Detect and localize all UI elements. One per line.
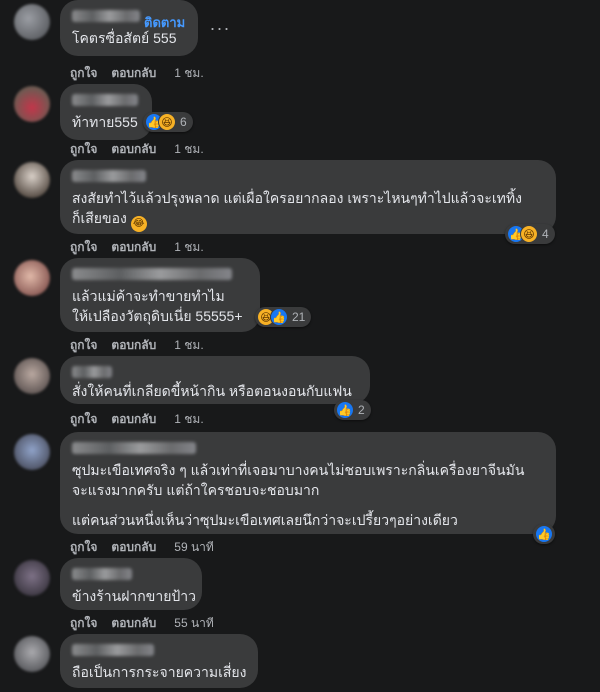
reaction-count: 2: [358, 403, 365, 417]
timestamp[interactable]: 1 ชม.: [174, 240, 203, 254]
like-button[interactable]: ถูกใจ: [70, 540, 97, 554]
timestamp[interactable]: 1 ชม.: [174, 66, 203, 80]
like-icon: 👍: [270, 308, 288, 326]
comment-bubble: สงสัยทำไว้แล้วปรุงพลาด แต่เผื่อใครอยากลอ…: [60, 160, 556, 234]
commenter-name[interactable]: [72, 442, 196, 454]
comment-text: ถือเป็นการกระจายความเสี่ยง: [72, 664, 247, 680]
comment-bubble: สั่งให้คนที่เกลียดขี้หน้ากิน หรือตอนงอนก…: [60, 356, 370, 404]
comment-text: ท้าทาย555: [72, 114, 138, 130]
reply-button[interactable]: ตอบกลับ: [111, 540, 156, 554]
reaction-count: 6: [180, 115, 187, 129]
reaction-summary[interactable]: 👍 2: [334, 400, 371, 420]
reply-button[interactable]: ตอบกลับ: [111, 338, 156, 352]
reaction-summary[interactable]: 😆 👍 21: [255, 307, 312, 327]
reaction-count: 4: [542, 227, 549, 241]
comment-text: สงสัยทำไว้แล้วปรุงพลาด แต่เผื่อใครอยากลอ…: [72, 190, 522, 206]
more-options-icon[interactable]: ...: [210, 14, 231, 35]
comment-actions: ถูกใจ ตอบกลับ 1 ชม.: [70, 336, 218, 355]
avatar[interactable]: [14, 260, 50, 296]
timestamp[interactable]: 55 นาที: [174, 616, 214, 630]
commenter-name[interactable]: [72, 366, 112, 378]
commenter-name[interactable]: [72, 644, 154, 656]
timestamp[interactable]: 1 ชม.: [174, 412, 203, 426]
comment-text: ก็เสียของ 😂: [72, 208, 544, 232]
commenter-name[interactable]: [72, 568, 132, 580]
comment-actions: ถูกใจ ตอบกลับ 1 ชม.: [70, 64, 218, 83]
commenter-name[interactable]: [72, 94, 138, 106]
comment-text: สั่งให้คนที่เกลียดขี้หน้ากิน หรือตอนงอนก…: [72, 383, 352, 399]
reply-button[interactable]: ตอบกลับ: [111, 412, 156, 426]
avatar[interactable]: [14, 4, 50, 40]
like-button[interactable]: ถูกใจ: [70, 616, 97, 630]
comment-bubble: ท้าทาย555: [60, 84, 152, 140]
avatar[interactable]: [14, 434, 50, 470]
timestamp[interactable]: 59 นาที: [174, 540, 214, 554]
comment-text: จะแรงมากครับ แต่ถ้าใครชอบจะชอบมาก: [72, 482, 320, 498]
avatar[interactable]: [14, 86, 50, 122]
like-button[interactable]: ถูกใจ: [70, 142, 97, 156]
reaction-summary[interactable]: 👍 😆 6: [143, 112, 193, 132]
comment-actions: ถูกใจ ตอบกลับ 1 ชม.: [70, 140, 218, 159]
avatar[interactable]: [14, 636, 50, 672]
like-button[interactable]: ถูกใจ: [70, 66, 97, 80]
comment-text: แล้วแม่ค้าจะทำขายทำไม: [72, 288, 225, 304]
comment-actions: ถูกใจ ตอบกลับ 1 ชม.: [70, 238, 218, 257]
like-button[interactable]: ถูกใจ: [70, 240, 97, 254]
haha-icon: 😆: [158, 113, 176, 131]
comment-bubble: ซุปมะเขือเทศจริง ๆ แล้วเท่าที่เจอมาบางคน…: [60, 432, 556, 534]
comment-text: ให้เปลืองวัตถุดิบเนี่ย 55555+: [72, 308, 243, 324]
comment-text: แต่คนส่วนหนึ่งเห็นว่าซุปมะเขือเทศเลยนึกว…: [72, 512, 458, 528]
comment-actions: ถูกใจ ตอบกลับ 59 นาที: [70, 538, 228, 557]
reaction-count: 21: [292, 310, 306, 324]
haha-icon: 😆: [520, 225, 538, 243]
reply-button[interactable]: ตอบกลับ: [111, 616, 156, 630]
comment-actions: ถูกใจ ตอบกลับ 55 นาที: [70, 614, 228, 633]
timestamp[interactable]: 1 ชม.: [174, 338, 203, 352]
reaction-summary[interactable]: 👍: [533, 524, 555, 544]
follow-button[interactable]: ติดตาม: [144, 12, 185, 33]
comment-bubble: แล้วแม่ค้าจะทำขายทำไม ให้เปลืองวัตถุดิบเ…: [60, 258, 260, 332]
avatar[interactable]: [14, 162, 50, 198]
comment-actions: ถูกใจ ตอบกลับ 1 ชม.: [70, 410, 218, 429]
reaction-summary[interactable]: 👍 😆 4: [505, 224, 555, 244]
like-button[interactable]: ถูกใจ: [70, 338, 97, 352]
reply-button[interactable]: ตอบกลับ: [111, 142, 156, 156]
comment-text: ข้างร้านฝากขายป้าว: [72, 588, 197, 604]
avatar[interactable]: [14, 358, 50, 394]
avatar[interactable]: [14, 560, 50, 596]
reply-button[interactable]: ตอบกลับ: [111, 240, 156, 254]
commenter-name[interactable]: [72, 10, 140, 22]
comment-text: ซุปมะเขือเทศจริง ๆ แล้วเท่าที่เจอมาบางคน…: [72, 462, 525, 478]
laughing-emoji-icon: 😂: [130, 216, 147, 232]
comment-bubble: ข้างร้านฝากขายป้าว: [60, 558, 202, 610]
like-icon: 👍: [336, 401, 354, 419]
timestamp[interactable]: 1 ชม.: [174, 142, 203, 156]
like-button[interactable]: ถูกใจ: [70, 412, 97, 426]
comment-bubble: ถือเป็นการกระจายความเสี่ยง: [60, 634, 258, 688]
commenter-name[interactable]: [72, 268, 232, 280]
like-icon: 👍: [535, 525, 553, 543]
reply-button[interactable]: ตอบกลับ: [111, 66, 156, 80]
commenter-name[interactable]: [72, 170, 146, 182]
